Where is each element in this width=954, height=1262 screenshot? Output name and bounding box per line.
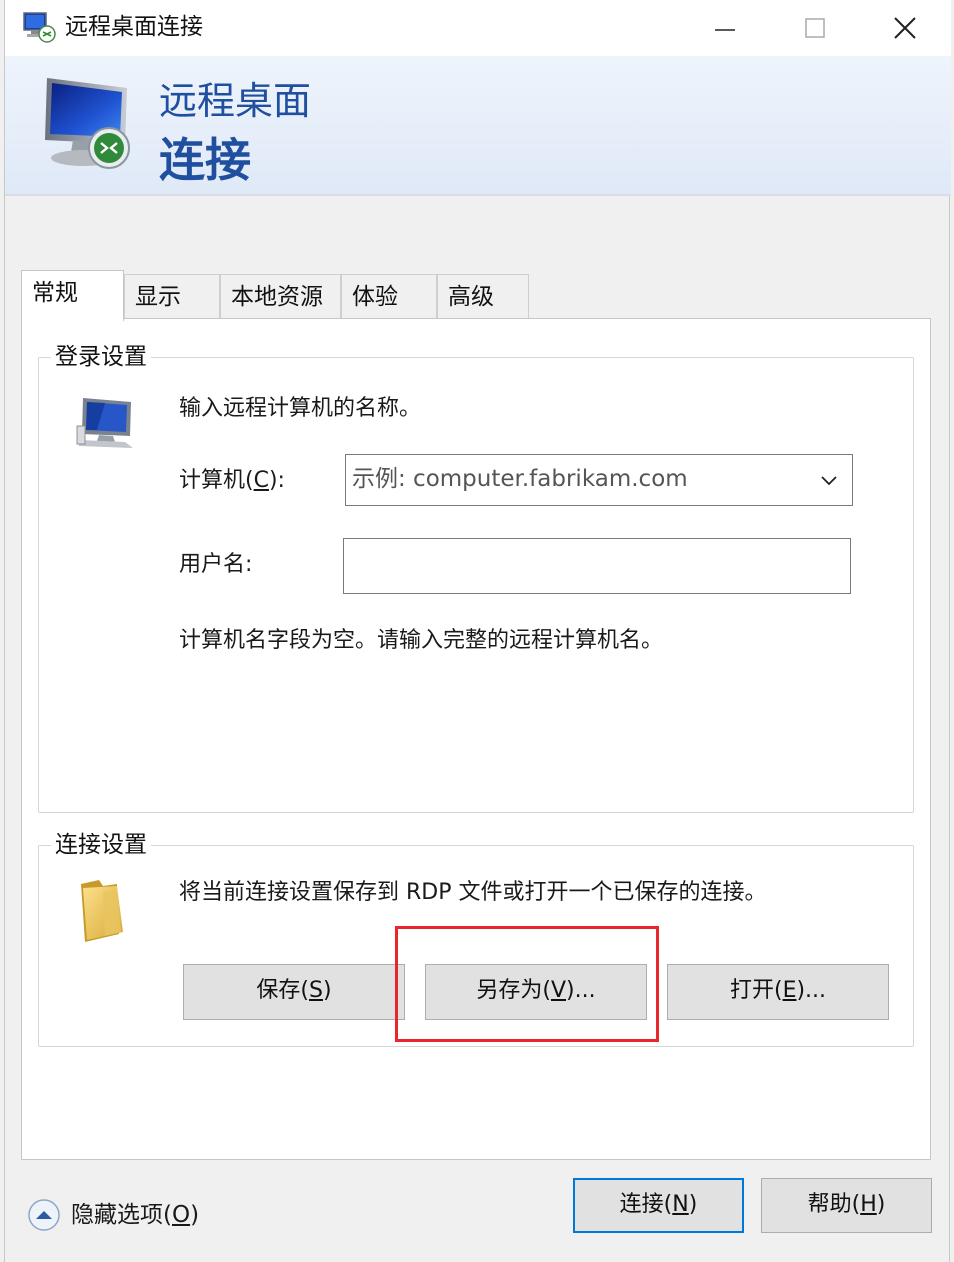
maximize-icon	[805, 18, 825, 38]
computer-label: 计算机(C):	[179, 468, 285, 493]
banner-title-line2: 连接	[159, 133, 251, 187]
window-title: 远程桌面连接	[65, 14, 203, 40]
tab-advanced[interactable]: 高级	[437, 274, 529, 320]
help-button[interactable]: 帮助(H)	[761, 1178, 932, 1233]
open-button[interactable]: 打开(E)...	[667, 964, 889, 1020]
close-icon	[894, 17, 916, 39]
computer-placeholder: 示例: computer.fabrikam.com	[352, 466, 688, 492]
username-input[interactable]	[343, 538, 851, 594]
remote-desktop-window: 远程桌面连接 远程桌面 连接 常规 显示 本地资源 体验 高级 登录设置 输入远…	[4, 0, 951, 1262]
tab-general[interactable]: 常规	[21, 270, 124, 321]
computer-icon	[76, 398, 133, 448]
close-button[interactable]	[875, 8, 935, 48]
computer-combobox[interactable]: 示例: computer.fabrikam.com	[345, 454, 853, 506]
collapse-options-icon[interactable]	[27, 1198, 61, 1232]
connection-settings-legend: 连接设置	[51, 828, 151, 862]
minimize-button[interactable]	[695, 8, 755, 48]
folder-icon	[81, 880, 123, 942]
highlight-annotation-box	[395, 926, 659, 1042]
maximize-button[interactable]	[785, 8, 845, 48]
title-bar: 远程桌面连接	[5, 0, 951, 56]
banner: 远程桌面 连接	[5, 56, 951, 196]
tab-display[interactable]: 显示	[124, 274, 220, 320]
chevron-down-icon[interactable]	[820, 471, 838, 489]
connection-description: 将当前连接设置保存到 RDP 文件或打开一个已保存的连接。	[179, 880, 767, 905]
tab-local-resources[interactable]: 本地资源	[220, 274, 341, 320]
tab-experience[interactable]: 体验	[341, 274, 437, 320]
login-settings-group: 登录设置 输入远程计算机的名称。 计算机(C): 示例: computer.fa…	[38, 340, 914, 813]
login-instruction: 输入远程计算机的名称。	[179, 396, 422, 421]
remote-desktop-app-icon	[23, 12, 56, 43]
minimize-icon	[715, 29, 735, 31]
computer-name-status: 计算机名字段为空。请输入完整的远程计算机名。	[179, 628, 664, 653]
remote-desktop-monitor-icon	[45, 78, 130, 169]
save-button[interactable]: 保存(S)	[183, 964, 405, 1020]
connect-button[interactable]: 连接(N)	[573, 1178, 744, 1233]
hide-options-link[interactable]: 隐藏选项(O)	[71, 1200, 199, 1230]
username-label: 用户名:	[179, 552, 253, 577]
login-settings-legend: 登录设置	[51, 340, 151, 374]
banner-title-line1: 远程桌面	[159, 79, 312, 123]
